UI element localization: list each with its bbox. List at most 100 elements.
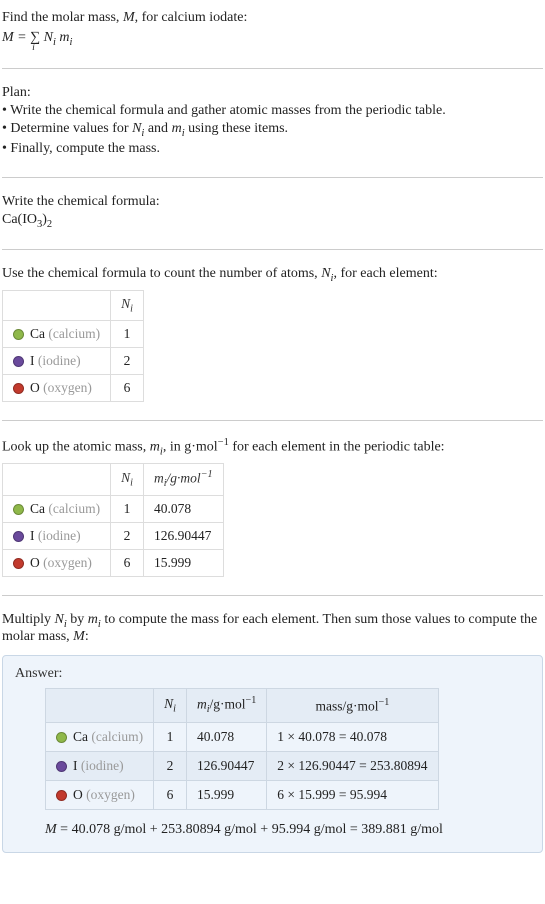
n-value: 6 xyxy=(154,780,187,809)
answer-table: Ni mi/g·mol−1 mass/g·mol−1 Ca (calcium) … xyxy=(45,688,439,809)
m-value: 126.90447 xyxy=(186,751,266,780)
compute-end: : xyxy=(85,629,89,644)
chemical-formula: Ca(IO3)2 xyxy=(2,212,543,230)
mass-value: 2 × 126.90447 = 253.80894 xyxy=(267,751,438,780)
formula-section: Write the chemical formula: Ca(IO3)2 xyxy=(2,188,543,240)
eq-sum-sub: i xyxy=(32,42,35,53)
counts-table: Ni Ca (calcium) 1 I (iodine) 2 O (oxygen… xyxy=(2,290,144,402)
m-value: 15.999 xyxy=(143,549,223,576)
plan-b2-pre: • Determine values for xyxy=(2,121,132,136)
el-name: (calcium) xyxy=(48,326,100,341)
n-value: 2 xyxy=(111,522,144,549)
hdr-n: N xyxy=(164,696,173,711)
swatch-icon xyxy=(13,558,24,569)
table-row: Ca (calcium) 1 xyxy=(3,320,144,347)
masses-hdr-m: mi/g·mol−1 xyxy=(143,464,223,495)
el-sym: O xyxy=(73,787,83,802)
formula-title: Write the chemical formula: xyxy=(2,194,543,210)
compute-M: M xyxy=(73,629,85,644)
counts-section: Use the chemical formula to count the nu… xyxy=(2,260,543,409)
plan-bullet-2: • Determine values for Ni and mi using t… xyxy=(2,121,543,139)
formula-sub2: 2 xyxy=(47,218,52,229)
element-cell: O (oxygen) xyxy=(3,374,111,401)
el-sym: O xyxy=(30,380,40,395)
swatch-icon xyxy=(56,732,67,743)
compute-pre: Multiply xyxy=(2,612,55,627)
compute-m: m xyxy=(88,612,98,627)
el-sym: Ca xyxy=(30,326,45,341)
n-value: 1 xyxy=(111,320,144,347)
plan-section: Plan: • Write the chemical formula and g… xyxy=(2,79,543,167)
masses-intro-post: for each element in the periodic table: xyxy=(229,440,445,455)
hdr-m: m xyxy=(154,471,164,486)
eq-rhs-n: N xyxy=(40,30,53,45)
table-row: Ca (calcium) 1 40.078 xyxy=(3,495,224,522)
el-name: (calcium) xyxy=(48,501,100,516)
el-sym: I xyxy=(30,353,35,368)
counts-intro: Use the chemical formula to count the nu… xyxy=(2,266,543,284)
hdr-munit-sup: −1 xyxy=(246,695,257,706)
plan-bullet-3: • Finally, compute the mass. xyxy=(2,141,543,157)
el-sym: I xyxy=(30,528,35,543)
answer-box: Answer: Ni mi/g·mol−1 mass/g·mol−1 Ca (c… xyxy=(2,655,543,852)
masses-intro-m: m xyxy=(150,440,160,455)
mass-value: 1 × 40.078 = 40.078 xyxy=(267,722,438,751)
n-value: 1 xyxy=(154,722,187,751)
element-cell: I (iodine) xyxy=(46,751,154,780)
masses-hdr-blank xyxy=(3,464,111,495)
n-value: 2 xyxy=(154,751,187,780)
compute-mid: by xyxy=(67,612,88,627)
element-cell: I (iodine) xyxy=(3,347,111,374)
intro-equation: M = ∑ i Ni mi xyxy=(2,30,543,48)
masses-table: Ni mi/g·mol−1 Ca (calcium) 1 40.078 I (i… xyxy=(2,463,224,576)
element-cell: O (oxygen) xyxy=(46,780,154,809)
element-cell: Ca (calcium) xyxy=(3,495,111,522)
masses-hdr-n: Ni xyxy=(111,464,144,495)
el-sym: O xyxy=(30,555,40,570)
counts-hdr-blank xyxy=(3,291,111,321)
intro-var-M: M xyxy=(123,10,135,25)
el-name: (iodine) xyxy=(81,758,124,773)
hdr-nsub: i xyxy=(130,478,133,489)
hdr-mass: mass/g·mol xyxy=(316,698,379,713)
intro-section: Find the molar mass, M, for calcium ioda… xyxy=(2,4,543,58)
hdr-nsub: i xyxy=(173,704,176,715)
hdr-n: N xyxy=(121,470,130,485)
el-name: (oxygen) xyxy=(43,380,92,395)
swatch-icon xyxy=(13,531,24,542)
counts-intro-n: N xyxy=(321,266,330,281)
table-row: I (iodine) 2 xyxy=(3,347,144,374)
final-answer: M = 40.078 g/mol + 253.80894 g/mol + 95.… xyxy=(45,822,530,838)
el-sym: Ca xyxy=(30,501,45,516)
el-name: (oxygen) xyxy=(43,555,92,570)
hdr-n: N xyxy=(121,296,130,311)
plan-title: Plan: xyxy=(2,85,543,101)
final-rest: = 40.078 g/mol + 253.80894 g/mol + 95.99… xyxy=(57,822,443,837)
el-name: (calcium) xyxy=(91,729,143,744)
final-lhs: M xyxy=(45,822,57,837)
table-row: Ni mi/g·mol−1 mass/g·mol−1 xyxy=(46,689,439,722)
counts-intro-post: , for each element: xyxy=(333,266,437,281)
m-value: 15.999 xyxy=(186,780,266,809)
counts-hdr-n: Ni xyxy=(111,291,144,321)
table-row: O (oxygen) 6 15.999 6 × 15.999 = 95.994 xyxy=(46,780,439,809)
divider xyxy=(2,249,543,250)
divider xyxy=(2,177,543,178)
el-sym: Ca xyxy=(73,729,88,744)
element-cell: I (iodine) xyxy=(3,522,111,549)
counts-intro-pre: Use the chemical formula to count the nu… xyxy=(2,266,321,281)
n-value: 2 xyxy=(111,347,144,374)
table-row: O (oxygen) 6 15.999 xyxy=(3,549,224,576)
swatch-icon xyxy=(13,356,24,367)
swatch-icon xyxy=(13,329,24,340)
divider xyxy=(2,595,543,596)
m-value: 126.90447 xyxy=(143,522,223,549)
hdr-mass-sup: −1 xyxy=(379,697,390,708)
masses-intro-sup: −1 xyxy=(218,437,229,448)
swatch-icon xyxy=(13,504,24,515)
answer-label: Answer: xyxy=(15,666,530,682)
masses-section: Look up the atomic mass, mi, in g·mol−1 … xyxy=(2,431,543,585)
element-cell: Ca (calcium) xyxy=(3,320,111,347)
eq-rhs-m: m xyxy=(56,30,70,45)
compute-n: N xyxy=(55,612,64,627)
